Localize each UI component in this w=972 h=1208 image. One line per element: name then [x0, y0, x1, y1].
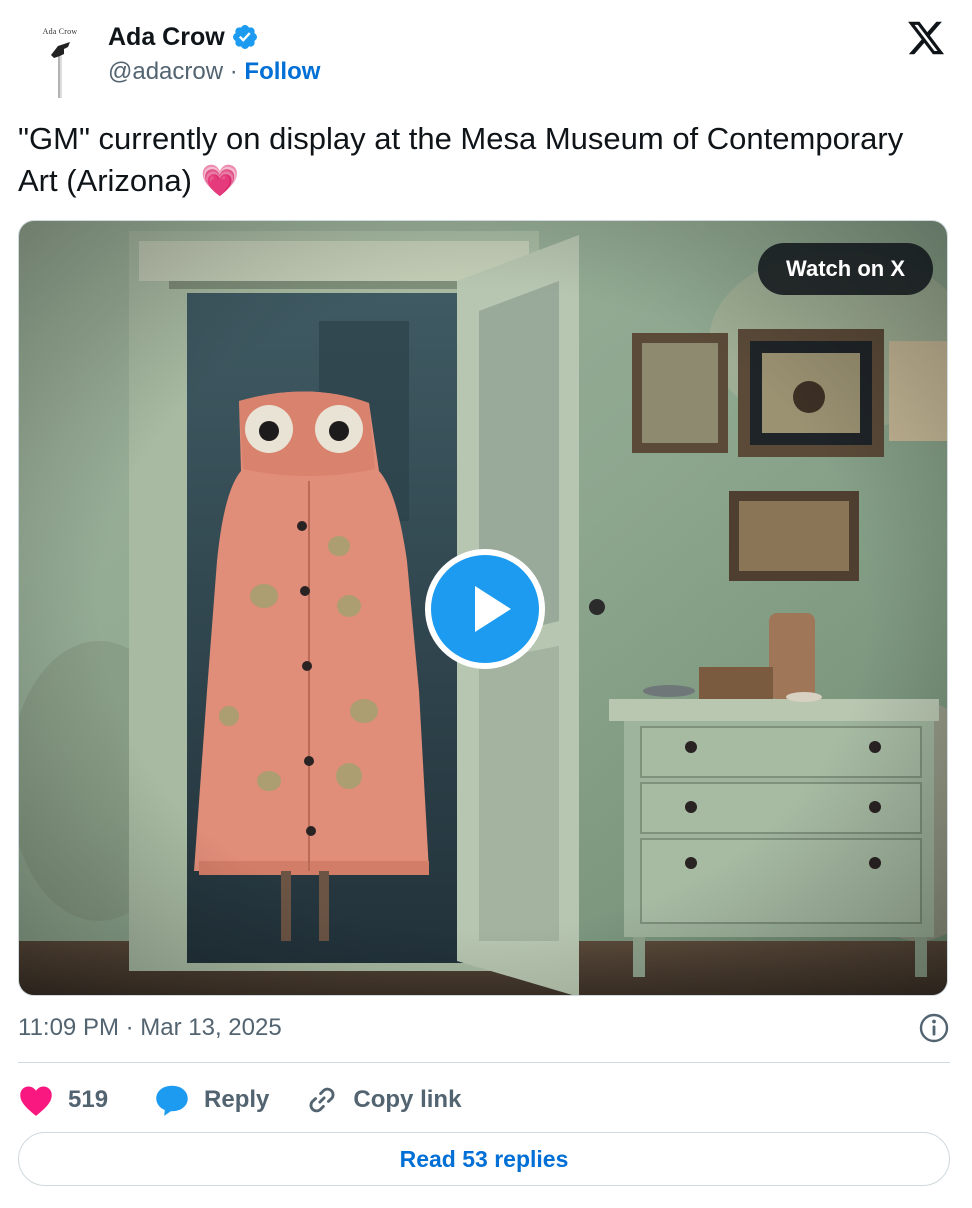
handle-row: @adacrow · Follow — [108, 57, 320, 87]
x-logo-icon[interactable] — [906, 18, 946, 58]
heart-emoji: 💗 — [200, 163, 240, 198]
author-block: Ada Crow @adacrow · Follow — [108, 22, 320, 87]
avatar-text: Ada Crow — [42, 27, 78, 36]
heart-icon — [20, 1086, 52, 1116]
verified-badge-icon — [232, 25, 257, 49]
tweet-body: "GM" currently on display at the Mesa Mu… — [18, 121, 904, 198]
author-name[interactable]: Ada Crow — [108, 22, 225, 52]
avatar[interactable]: Ada Crow — [18, 24, 102, 108]
handle-separator: · — [229, 58, 238, 85]
play-button[interactable] — [425, 549, 545, 669]
link-icon — [309, 1087, 335, 1113]
copy-link-label: Copy link — [353, 1086, 462, 1113]
name-row: Ada Crow — [108, 22, 320, 52]
info-icon[interactable] — [918, 1012, 950, 1044]
video-media[interactable]: Watch on X — [18, 220, 948, 996]
watch-on-x-button[interactable]: Watch on X — [758, 243, 933, 295]
bird-silhouette-icon — [51, 42, 70, 98]
tweet-timestamp[interactable]: 11:09 PM · Mar 13, 2025 — [18, 1012, 282, 1044]
tweet-text: "GM" currently on display at the Mesa Mu… — [18, 118, 948, 202]
reply-label: Reply — [204, 1086, 270, 1113]
copy-link-action[interactable]: Copy link — [305, 1083, 461, 1117]
play-icon — [475, 586, 511, 632]
like-action[interactable]: 519 — [18, 1083, 108, 1117]
read-replies-button[interactable]: Read 53 replies — [18, 1132, 950, 1186]
reply-bubble-icon — [156, 1085, 188, 1116]
follow-button[interactable]: Follow — [244, 58, 320, 85]
action-bar: 519 Reply Copy link — [18, 1078, 497, 1122]
like-count: 519 — [68, 1086, 109, 1113]
author-handle[interactable]: @adacrow — [108, 58, 223, 85]
tweet-header: Ada Crow Ada Crow @adacrow · Follow — [18, 16, 954, 108]
divider — [18, 1062, 950, 1063]
reply-action[interactable]: Reply — [154, 1083, 269, 1117]
